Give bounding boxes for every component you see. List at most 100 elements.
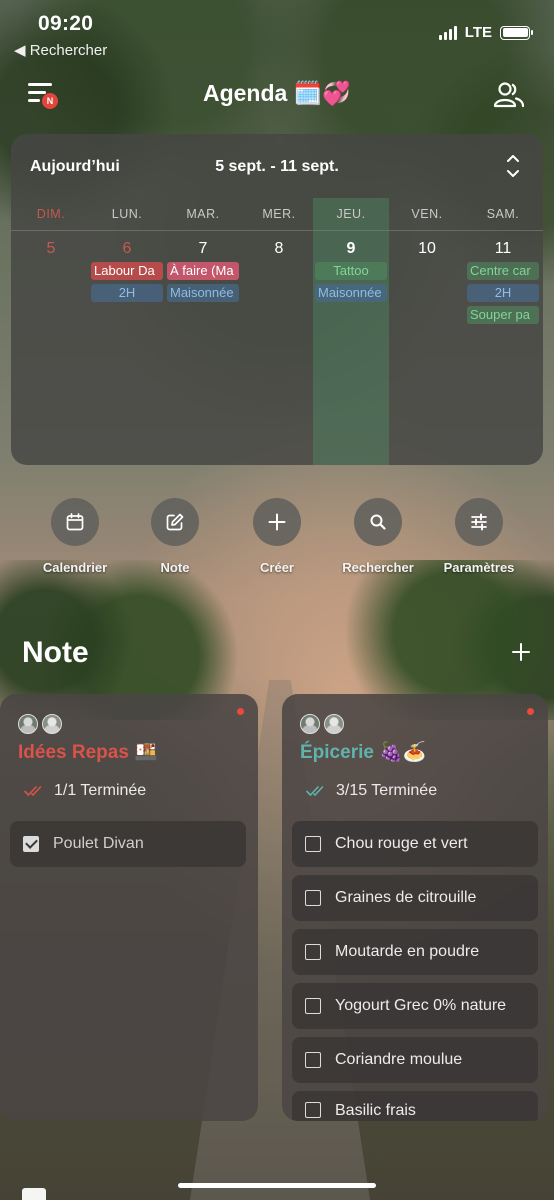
unread-dot <box>527 708 534 715</box>
checklist-item[interactable]: Chou rouge et vert <box>292 821 538 867</box>
day-number: 11 <box>494 240 512 257</box>
action-label: Rechercher <box>342 560 414 575</box>
note-title: Idées Repas 🍱 <box>18 742 158 763</box>
note-card[interactable]: Épicerie 🍇🍝 3/15 Terminée Chou rouge et … <box>282 694 548 1121</box>
day-column-sun[interactable]: DIM. 5 <box>13 198 89 465</box>
status-time: 09:20 <box>38 12 94 35</box>
calendar-event[interactable]: Centre car <box>467 262 539 280</box>
search-action-button[interactable]: Rechercher <box>328 498 428 575</box>
calendar-event[interactable]: 2H <box>467 284 539 302</box>
action-label: Créer <box>260 560 294 575</box>
action-label: Calendrier <box>42 560 108 575</box>
checklist-item[interactable]: Graines de citrouille <box>292 875 538 921</box>
calendar-event[interactable]: Maisonnée <box>315 284 387 302</box>
day-number: 10 <box>418 240 436 257</box>
item-text: Chou rouge et vert <box>335 835 468 852</box>
day-column-tue[interactable]: MAR. 7 À faire (Ma Maisonnée <box>165 198 241 465</box>
calendar-event[interactable]: Labour Da <box>91 262 163 280</box>
checklist-item[interactable]: Poulet Divan <box>10 821 246 867</box>
network-type: LTE <box>464 24 492 41</box>
day-name: MAR. <box>186 207 220 221</box>
checklist-item[interactable]: Yogourt Grec 0% nature <box>292 983 538 1029</box>
item-text: Yogourt Grec 0% nature <box>335 997 507 1014</box>
week-range: 5 sept. - 11 sept. <box>215 158 339 175</box>
day-column-mon[interactable]: LUN. 6 Labour Da 2H <box>89 198 165 465</box>
back-to-search-link[interactable]: ◀ Rechercher <box>14 41 107 59</box>
day-column-fri[interactable]: VEN. 10 <box>389 198 465 465</box>
day-name: LUN. <box>111 207 143 221</box>
day-column-thu-today[interactable]: JEU. 9 Tattoo Maisonnée <box>313 198 389 465</box>
action-label: Paramètres <box>443 560 515 575</box>
day-name: VEN. <box>411 207 443 221</box>
note-progress: 1/1 Terminée <box>24 782 146 800</box>
status-indicators: LTE <box>438 24 533 41</box>
calendar-event[interactable]: Maisonnée <box>167 284 239 302</box>
avatar <box>18 714 38 734</box>
plus-icon <box>253 498 301 546</box>
shared-avatars <box>300 714 344 734</box>
progress-text: 1/1 Terminée <box>54 782 147 799</box>
item-text: Poulet Divan <box>53 835 144 852</box>
signal-icon <box>438 25 457 40</box>
calendar-event[interactable]: 2H <box>91 284 163 302</box>
calendar-grid: DIM. 5 LUN. 6 Labour Da 2H MAR. 7 À fair… <box>11 198 543 465</box>
chevron-up-down-icon[interactable] <box>505 152 521 180</box>
item-text: Graines de citrouille <box>335 889 477 906</box>
progress-text: 3/15 Terminée <box>336 782 438 799</box>
create-action-button[interactable]: Créer <box>227 498 327 575</box>
checkbox[interactable] <box>305 890 321 906</box>
note-card[interactable]: Idées Repas 🍱 1/1 Terminée Poulet Divan <box>0 694 258 1121</box>
checkbox[interactable] <box>305 998 321 1014</box>
checkbox-checked[interactable] <box>23 836 39 852</box>
checkbox[interactable] <box>305 1052 321 1068</box>
calendar-action-button[interactable]: Calendrier <box>25 498 125 575</box>
people-icon[interactable] <box>492 80 526 110</box>
day-column-sat[interactable]: SAM. 11 Centre car 2H Souper pa <box>465 198 541 465</box>
note-title: Épicerie 🍇🍝 <box>300 742 427 763</box>
day-column-wed[interactable]: MER. 8 <box>241 198 317 465</box>
calendar-event[interactable]: Tattoo <box>315 262 387 280</box>
item-text: Basilic frais <box>335 1102 416 1119</box>
day-name: DIM. <box>36 207 66 221</box>
checkbox[interactable] <box>305 836 321 852</box>
avatar <box>300 714 320 734</box>
note-action-button[interactable]: Note <box>125 498 225 575</box>
sliders-icon <box>455 498 503 546</box>
day-number: 7 <box>198 240 208 257</box>
checkbox[interactable] <box>305 944 321 960</box>
home-indicator[interactable] <box>178 1183 376 1188</box>
day-name: SAM. <box>486 207 520 221</box>
item-text: Coriandre moulue <box>335 1051 463 1068</box>
calendar-event[interactable]: À faire (Ma <box>167 262 239 280</box>
search-icon <box>354 498 402 546</box>
checkbox[interactable] <box>305 1102 321 1118</box>
day-name: MER. <box>262 207 296 221</box>
page-title: Agenda 🗓️💞 <box>202 80 351 106</box>
day-number: 9 <box>346 240 356 257</box>
double-check-icon <box>24 786 42 796</box>
day-number: 6 <box>122 240 132 257</box>
notes-section-title: Note <box>22 636 89 669</box>
checklist-item[interactable]: Coriandre moulue <box>292 1037 538 1083</box>
day-number: 8 <box>274 240 284 257</box>
note-progress: 3/15 Terminée <box>306 782 437 800</box>
shared-avatars <box>18 714 62 734</box>
next-section-title-peek <box>22 1188 46 1200</box>
avatar <box>42 714 62 734</box>
week-calendar-widget: Aujourd’hui 5 sept. - 11 sept. DIM. 5 LU… <box>11 134 543 465</box>
action-label: Note <box>160 560 190 575</box>
avatar <box>324 714 344 734</box>
edit-icon <box>151 498 199 546</box>
checklist-item[interactable]: Moutarde en poudre <box>292 929 538 975</box>
double-check-icon <box>306 786 324 796</box>
day-name: JEU. <box>336 207 366 221</box>
item-text: Moutarde en poudre <box>335 943 480 960</box>
checklist-item[interactable]: Basilic frais <box>292 1091 538 1121</box>
add-note-plus-icon[interactable] <box>512 643 530 661</box>
calendar-event[interactable]: Souper pa <box>467 306 539 324</box>
calendar-icon <box>51 498 99 546</box>
day-number: 5 <box>46 240 56 257</box>
battery-icon <box>500 25 533 40</box>
settings-action-button[interactable]: Paramètres <box>429 498 529 575</box>
unread-dot <box>237 708 244 715</box>
